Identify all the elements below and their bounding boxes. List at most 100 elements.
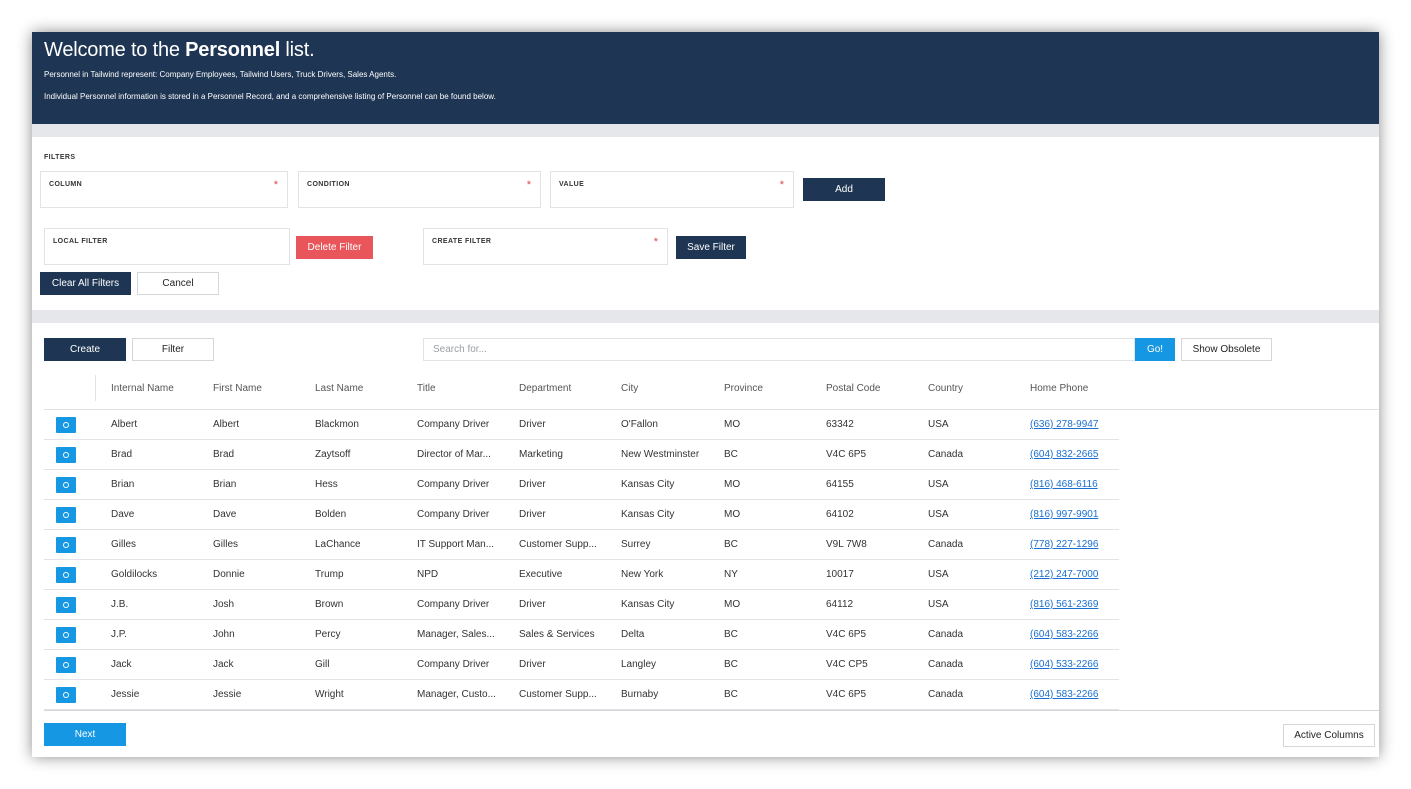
table-cell: V4C CP5 xyxy=(826,659,868,670)
table-cell: Trump xyxy=(315,569,344,580)
home-phone-link[interactable]: (604) 583-2266 xyxy=(1030,629,1098,640)
home-phone-link[interactable]: (778) 227-1296 xyxy=(1030,539,1098,550)
column-header-internal-name[interactable]: Internal Name xyxy=(111,383,174,394)
table-cell: BC xyxy=(724,539,738,550)
table-cell: Driver xyxy=(519,599,546,610)
table-cell: Jack xyxy=(111,659,132,670)
table-cell: BC xyxy=(724,629,738,640)
table-cell: NY xyxy=(724,569,738,580)
open-record-button[interactable] xyxy=(56,507,76,523)
home-phone-link[interactable]: (816) 468-6116 xyxy=(1030,479,1098,490)
cancel-button[interactable]: Cancel xyxy=(137,272,219,295)
open-record-button[interactable] xyxy=(56,477,76,493)
table-cell: V4C 6P5 xyxy=(826,689,867,700)
table-cell: USA xyxy=(928,479,949,490)
circle-icon xyxy=(63,602,69,608)
table-row[interactable]: J.P. John Percy Manager, Sales... Sales & Se… xyxy=(44,620,1119,650)
circle-icon xyxy=(63,542,69,548)
title-bold: Personnel xyxy=(185,39,281,61)
table-row[interactable]: Jessie Jessie Wright Manager, Custo... Custo… xyxy=(44,680,1119,710)
table-cell: Burnaby xyxy=(621,689,659,700)
table-cell: Gilles xyxy=(213,539,239,550)
title-prefix: Welcome to the xyxy=(44,39,186,61)
open-record-button[interactable] xyxy=(56,687,76,703)
table-cell: Sales & Services xyxy=(519,629,595,640)
header-divider xyxy=(95,375,96,401)
table-cell: Customer Supp... xyxy=(519,689,597,700)
open-record-button[interactable] xyxy=(56,657,76,673)
table-cell: Hess xyxy=(315,479,338,490)
section-divider xyxy=(32,310,1379,323)
condition-select[interactable]: CONDITION * xyxy=(298,171,541,208)
table-cell: Gilles xyxy=(111,539,137,550)
table-cell: Jessie xyxy=(213,689,242,700)
column-header-department[interactable]: Department xyxy=(519,383,571,394)
filter-button[interactable]: Filter xyxy=(132,338,214,361)
clear-all-filters-button[interactable]: Clear All Filters xyxy=(40,272,131,295)
table-cell: Josh xyxy=(213,599,235,610)
next-page-button[interactable]: Next xyxy=(44,723,126,746)
column-header-home-phone[interactable]: Home Phone xyxy=(1030,383,1088,394)
table-cell: J.B. xyxy=(111,599,129,610)
delete-filter-button[interactable]: Delete Filter xyxy=(296,236,373,259)
table-row[interactable]: Dave Dave Bolden Company Driver Driver Kansas… xyxy=(44,500,1119,530)
table-row[interactable]: Brian Brian Hess Company Driver Driver Kansas… xyxy=(44,470,1119,500)
column-header-first-name[interactable]: First Name xyxy=(213,383,262,394)
table-cell: 10017 xyxy=(826,569,854,580)
table-cell: 64112 xyxy=(826,599,854,610)
table-cell: MO xyxy=(724,419,741,430)
table-row[interactable]: Goldilocks Donnie Trump NPD Executive New Yor… xyxy=(44,560,1119,590)
create-filter-input[interactable]: CREATE FILTER * xyxy=(423,228,668,265)
create-button[interactable]: Create xyxy=(44,338,126,361)
table-row[interactable]: J.B. Josh Brown Company Driver Driver Kansas … xyxy=(44,590,1119,620)
table-cell: MO xyxy=(724,479,741,490)
open-record-button[interactable] xyxy=(56,627,76,643)
filters-heading: FILTERS xyxy=(44,154,76,161)
open-record-button[interactable] xyxy=(56,537,76,553)
column-header-city[interactable]: City xyxy=(621,383,638,394)
search-input[interactable] xyxy=(423,338,1135,361)
table-cell: Driver xyxy=(519,509,546,520)
table-row[interactable]: Brad Brad Zaytsoff Director of Mar... Market… xyxy=(44,440,1119,470)
table-row[interactable]: Gilles Gilles LaChance IT Support Man... Cus… xyxy=(44,530,1119,560)
table-cell: Canada xyxy=(928,659,964,670)
table-cell: Manager, Custo... xyxy=(417,689,496,700)
column-header-postal-code[interactable]: Postal Code xyxy=(826,383,880,394)
home-phone-link[interactable]: (816) 997-9901 xyxy=(1030,509,1098,520)
table-row[interactable]: Jack Jack Gill Company Driver Driver Langley B… xyxy=(44,650,1119,680)
table-cell: Gill xyxy=(315,659,330,670)
home-phone-link[interactable]: (636) 278-9947 xyxy=(1030,419,1098,430)
value-input[interactable]: VALUE * xyxy=(550,171,794,208)
home-phone-link[interactable]: (212) 247-7000 xyxy=(1030,569,1098,580)
column-select[interactable]: COLUMN * xyxy=(40,171,288,208)
column-header-last-name[interactable]: Last Name xyxy=(315,383,363,394)
required-mark: * xyxy=(653,236,658,248)
table-cell: V4C 6P5 xyxy=(826,449,867,460)
table-row[interactable]: Albert Albert Blackmon Company Driver Driver… xyxy=(44,410,1119,440)
go-button[interactable]: Go! xyxy=(1135,338,1175,361)
table-cell: 64102 xyxy=(826,509,854,520)
column-header-country[interactable]: Country xyxy=(928,383,963,394)
column-header-province[interactable]: Province xyxy=(724,383,763,394)
open-record-button[interactable] xyxy=(56,447,76,463)
home-phone-link[interactable]: (604) 832-2665 xyxy=(1030,449,1098,460)
section-divider xyxy=(32,124,1379,137)
table-cell: Company Driver xyxy=(417,509,490,520)
column-header-title[interactable]: Title xyxy=(417,383,436,394)
save-filter-button[interactable]: Save Filter xyxy=(676,236,746,259)
show-obsolete-button[interactable]: Show Obsolete xyxy=(1181,338,1272,361)
home-phone-link[interactable]: (604) 583-2266 xyxy=(1030,689,1098,700)
table-cell: BC xyxy=(724,689,738,700)
open-record-button[interactable] xyxy=(56,597,76,613)
table-cell: Jack xyxy=(213,659,234,670)
table-cell: Driver xyxy=(519,419,546,430)
add-filter-button[interactable]: Add xyxy=(803,178,885,201)
home-phone-link[interactable]: (816) 561-2369 xyxy=(1030,599,1098,610)
open-record-button[interactable] xyxy=(56,567,76,583)
local-filter-select[interactable]: LOCAL FILTER xyxy=(44,228,290,265)
table-cell: Brad xyxy=(213,449,235,460)
open-record-button[interactable] xyxy=(56,417,76,433)
home-phone-link[interactable]: (604) 533-2266 xyxy=(1030,659,1098,670)
table-cell: Brian xyxy=(111,479,135,490)
active-columns-button[interactable]: Active Columns xyxy=(1283,724,1375,747)
